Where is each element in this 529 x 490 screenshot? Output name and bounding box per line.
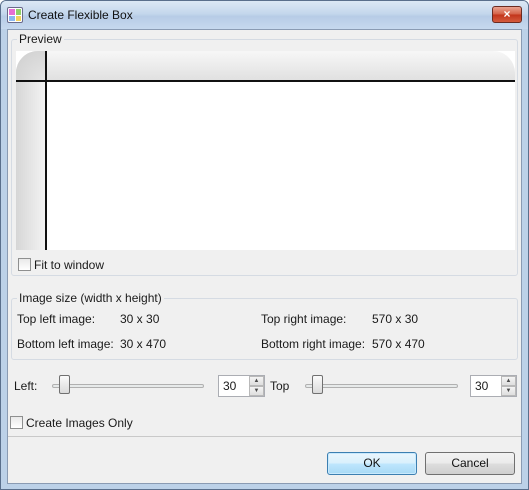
- left-spinbox[interactable]: 30 ▲ ▼: [218, 375, 265, 397]
- bottom-right-image-label: Bottom right image:: [261, 337, 366, 351]
- top-spin-up-icon[interactable]: ▲: [501, 376, 516, 386]
- top-left-image-value: 30 x 30: [120, 312, 160, 326]
- top-spinbox-buttons: ▲ ▼: [501, 376, 516, 396]
- fit-to-window-checkbox[interactable]: [18, 258, 31, 271]
- create-images-only-checkbox[interactable]: [10, 416, 23, 429]
- create-flexible-box-dialog: Create Flexible Box × Preview Fit to win…: [0, 0, 529, 490]
- top-slider-track[interactable]: [305, 384, 458, 388]
- top-left-image-label: Top left image:: [17, 312, 96, 326]
- fit-to-window-label[interactable]: Fit to window: [34, 258, 104, 272]
- ok-button[interactable]: OK: [327, 452, 417, 475]
- left-slider-thumb[interactable]: [59, 375, 70, 394]
- preview-top-left-corner-image: [16, 51, 46, 81]
- top-spinbox-value[interactable]: 30: [475, 379, 488, 393]
- preview-canvas: [16, 51, 515, 250]
- top-slider-thumb[interactable]: [312, 375, 323, 394]
- left-spin-up-icon[interactable]: ▲: [249, 376, 264, 386]
- top-guide-line[interactable]: [16, 80, 515, 82]
- bottom-left-image-label: Bottom left image:: [17, 337, 114, 351]
- top-right-image-label: Top right image:: [261, 312, 347, 326]
- image-size-group-label: Image size (width x height): [17, 291, 164, 305]
- button-area-separator: [8, 436, 521, 437]
- bottom-right-image-value: 570 x 470: [372, 337, 425, 351]
- top-spinbox[interactable]: 30 ▲ ▼: [470, 375, 517, 397]
- cancel-button[interactable]: Cancel: [425, 452, 515, 475]
- preview-group-label: Preview: [17, 32, 64, 46]
- left-spinbox-value[interactable]: 30: [223, 379, 236, 393]
- top-right-image-value: 570 x 30: [372, 312, 419, 326]
- app-icon: [7, 7, 23, 23]
- left-label: Left:: [14, 379, 38, 393]
- window-title: Create Flexible Box: [28, 8, 133, 22]
- preview-group: Preview Fit to window: [11, 32, 518, 276]
- top-spin-down-icon[interactable]: ▼: [501, 386, 516, 396]
- bottom-left-image-value: 30 x 470: [120, 337, 167, 351]
- dialog-client-area: Preview Fit to window Image size (width …: [7, 29, 522, 484]
- top-label: Top: [270, 379, 290, 393]
- left-spin-down-icon[interactable]: ▼: [249, 386, 264, 396]
- title-bar: Create Flexible Box ×: [1, 1, 528, 29]
- left-slider-track[interactable]: [52, 384, 204, 388]
- close-button[interactable]: ×: [492, 6, 522, 23]
- left-spinbox-buttons: ▲ ▼: [249, 376, 264, 396]
- preview-top-edge-image: [16, 51, 515, 81]
- create-images-only-label[interactable]: Create Images Only: [26, 416, 133, 430]
